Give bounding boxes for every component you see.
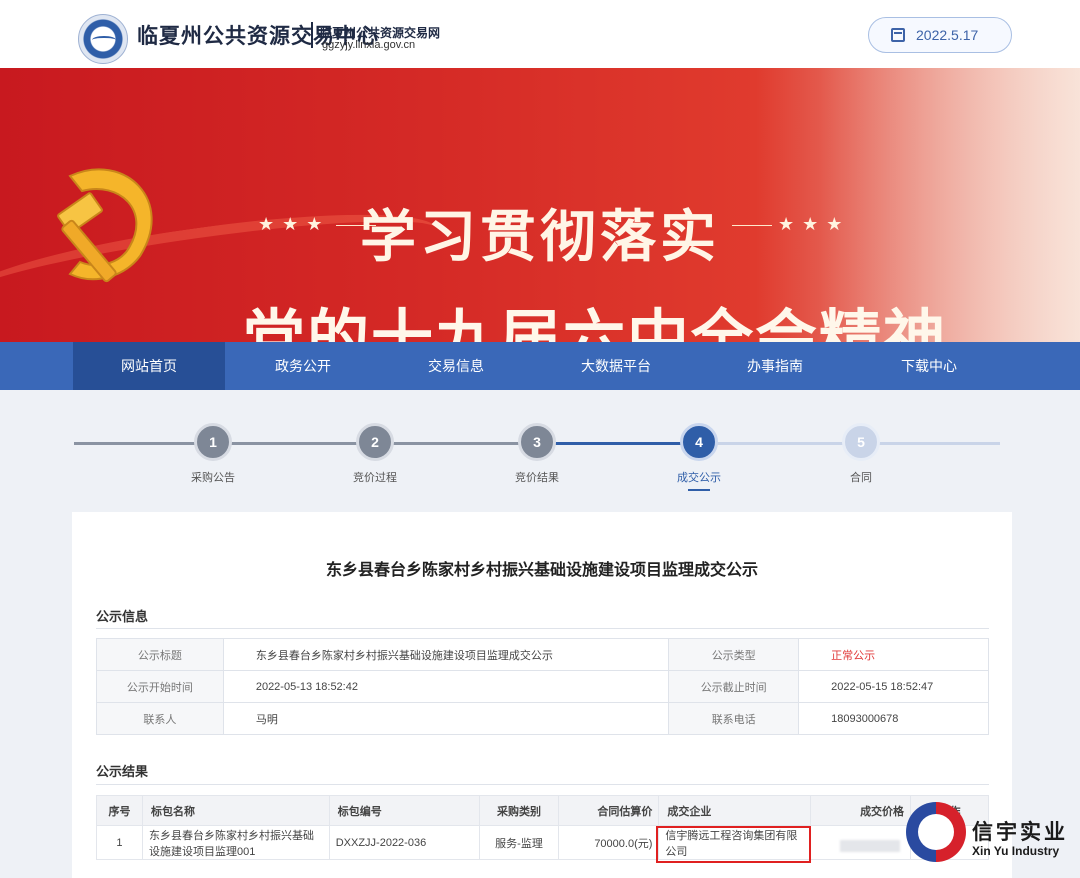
info-value: 东乡县春台乡陈家村乡村振兴基础设施建设项目监理成交公示 bbox=[222, 638, 670, 671]
nav-item-trading[interactable]: 交易信息 bbox=[380, 342, 532, 390]
nav-item-download[interactable]: 下载中心 bbox=[853, 342, 1005, 390]
site-header: 临夏州公共资源交易中心 临夏州公共资源交易网 ggzyjy.linxia.gov… bbox=[0, 0, 1080, 68]
info-label: 公示开始时间 bbox=[96, 670, 224, 703]
site-url: ggzyjy.linxia.gov.cn bbox=[322, 39, 416, 51]
col-header: 合同估算价 bbox=[558, 795, 660, 826]
step-1[interactable]: 1 采购公告 bbox=[173, 423, 253, 485]
row-number: 1 bbox=[96, 825, 143, 860]
step-number: 5 bbox=[842, 423, 880, 461]
table-row: 公示标题 东乡县春台乡陈家村乡村振兴基础设施建设项目监理成交公示 公示类型 正常… bbox=[96, 638, 989, 671]
hero-banner[interactable]: ★★★ ★★★ 学习贯彻落实 党的十九届六中全会精神 bbox=[0, 68, 1080, 342]
step-number: 2 bbox=[356, 423, 394, 461]
process-steps: 1 采购公告 2 竞价过程 3 竞价结果 4 成交公示 5 合同 bbox=[74, 420, 1000, 500]
notice-content: 东乡县春台乡陈家村乡村振兴基础设施建设项目监理成交公示 公示信息 公示标题 东乡… bbox=[72, 512, 1012, 878]
info-section-title: 公示信息 bbox=[96, 609, 149, 624]
estimated-price: 70000.0(元) bbox=[558, 825, 660, 860]
col-header: 标包名称 bbox=[141, 795, 330, 826]
step-5[interactable]: 5 合同 bbox=[821, 423, 901, 485]
banner-headline-1: 学习贯彻落实 bbox=[360, 204, 720, 270]
package-code: DXXZJJ-2022-036 bbox=[328, 825, 480, 860]
step-label: 竞价过程 bbox=[353, 472, 397, 484]
nav-item-home[interactable]: 网站首页 bbox=[73, 342, 225, 390]
step-number: 3 bbox=[518, 423, 556, 461]
info-label: 联系人 bbox=[96, 702, 224, 735]
col-header: 序号 bbox=[96, 795, 143, 826]
info-label: 联系电话 bbox=[668, 702, 800, 735]
watermark: 信宇实业 Xin Yu Industry bbox=[906, 802, 1080, 878]
step-4[interactable]: 4 成交公示 bbox=[659, 423, 739, 491]
package-name: 东乡县春台乡陈家村乡村振兴基础设施建设项目监理001 bbox=[141, 825, 330, 860]
title-divider bbox=[311, 22, 313, 48]
step-label: 成交公示 bbox=[677, 472, 721, 484]
step-3[interactable]: 3 竞价结果 bbox=[497, 423, 577, 485]
col-header: 成交企业 bbox=[658, 795, 812, 826]
calendar-icon bbox=[891, 28, 905, 42]
info-value: 马明 bbox=[222, 702, 670, 735]
procurement-category: 服务-监理 bbox=[478, 825, 560, 860]
nav-item-government[interactable]: 政务公开 bbox=[227, 342, 379, 390]
col-header: 标包编号 bbox=[328, 795, 480, 826]
step-number: 4 bbox=[680, 423, 718, 461]
step-label: 采购公告 bbox=[191, 472, 235, 484]
active-step-underline bbox=[688, 489, 710, 491]
col-header: 成交价格 bbox=[810, 795, 912, 826]
info-value: 2022-05-15 18:52:47 bbox=[798, 670, 989, 703]
info-label: 公示标题 bbox=[96, 638, 224, 671]
step-label: 合同 bbox=[850, 472, 872, 484]
current-date: 2022.5.17 bbox=[916, 27, 979, 43]
info-label: 公示截止时间 bbox=[668, 670, 800, 703]
section-divider bbox=[96, 784, 989, 785]
watermark-en: Xin Yu Industry bbox=[972, 844, 1060, 858]
site-logo-icon[interactable] bbox=[78, 14, 128, 64]
xinyu-logo-icon bbox=[906, 802, 966, 862]
col-header: 采购类别 bbox=[478, 795, 560, 826]
watermark-cn: 信宇实业 bbox=[972, 821, 1068, 844]
page-title: 东乡县春台乡陈家村乡村振兴基础设施建设项目监理成交公示 bbox=[325, 562, 758, 579]
section-divider bbox=[96, 628, 989, 629]
info-value: 18093000678 bbox=[798, 702, 989, 735]
info-label: 公示类型 bbox=[668, 638, 800, 671]
nav-item-bigdata[interactable]: 大数据平台 bbox=[540, 342, 692, 390]
redacted-price bbox=[840, 840, 900, 852]
info-value: 2022-05-13 18:52:42 bbox=[222, 670, 670, 703]
notice-info-table: 公示标题 东乡县春台乡陈家村乡村振兴基础设施建设项目监理成交公示 公示类型 正常… bbox=[96, 638, 989, 735]
date-badge: 2022.5.17 bbox=[868, 17, 1012, 53]
notice-type-value: 正常公示 bbox=[798, 638, 989, 671]
table-row: 联系人 马明 联系电话 18093000678 bbox=[96, 702, 989, 735]
company-highlight-box bbox=[656, 826, 811, 863]
main-nav: 网站首页 政务公开 交易信息 大数据平台 办事指南 下载中心 bbox=[0, 342, 1080, 390]
table-header-row: 序号 标包名称 标包编号 采购类别 合同估算价 成交企业 成交价格 操作 bbox=[96, 795, 989, 826]
banner-headline-2: 党的十九届六中全会精神 bbox=[243, 302, 948, 342]
result-section-title: 公示结果 bbox=[96, 764, 149, 779]
nav-item-guide[interactable]: 办事指南 bbox=[699, 342, 851, 390]
step-label: 竞价结果 bbox=[515, 472, 559, 484]
step-2[interactable]: 2 竞价过程 bbox=[335, 423, 415, 485]
step-number: 1 bbox=[194, 423, 232, 461]
table-row: 公示开始时间 2022-05-13 18:52:42 公示截止时间 2022-0… bbox=[96, 670, 989, 703]
